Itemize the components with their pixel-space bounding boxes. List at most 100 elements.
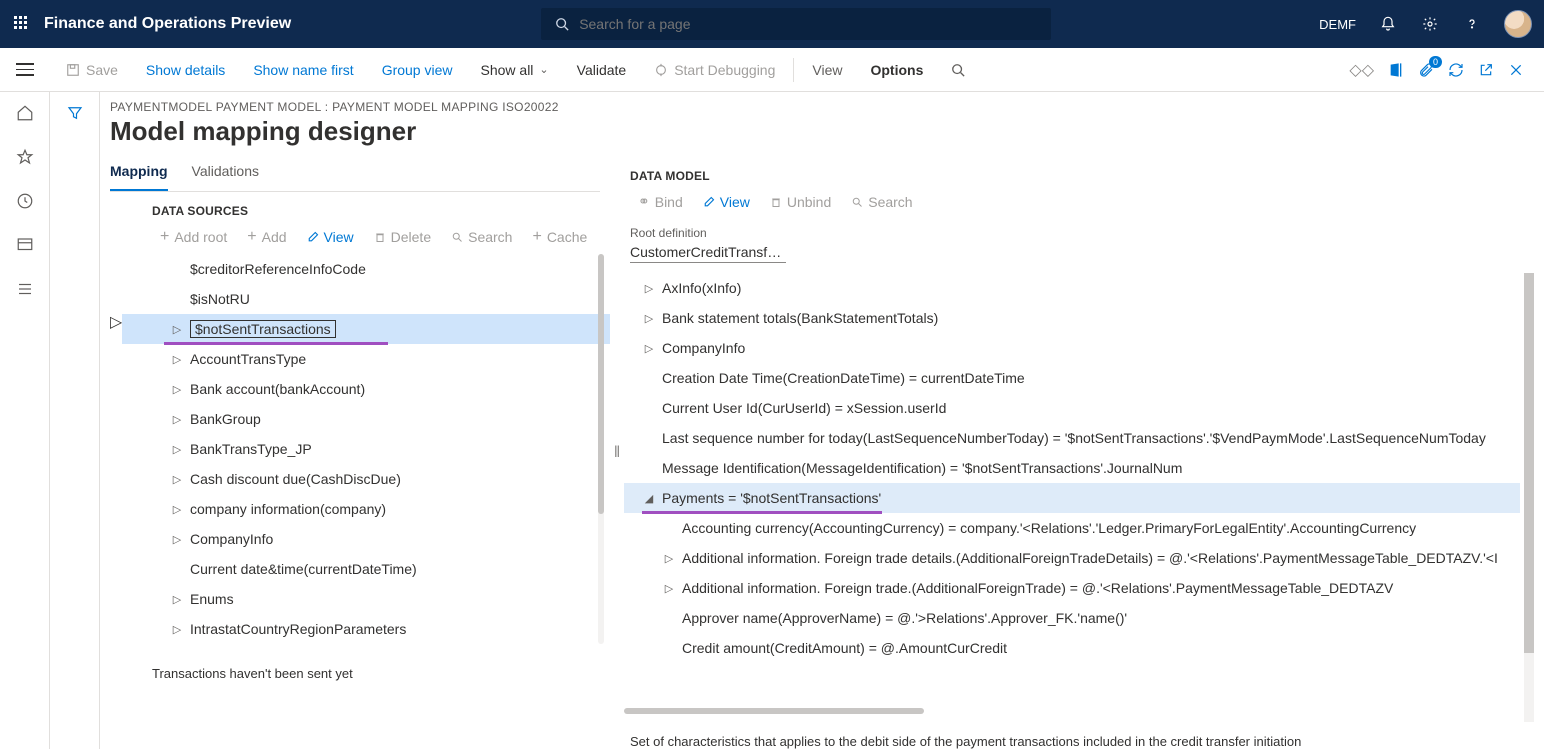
bell-icon[interactable]	[1378, 14, 1398, 34]
tree-node[interactable]: ▷$notSentTransactions	[122, 314, 610, 344]
tab-validations[interactable]: Validations	[192, 157, 259, 191]
tree-node[interactable]: ▷Message Identification(MessageIdentific…	[624, 453, 1520, 483]
close-icon[interactable]	[1508, 62, 1524, 78]
tree-node[interactable]: ▷Last sequence number for today(LastSequ…	[624, 423, 1520, 453]
view-button[interactable]: View	[798, 62, 856, 78]
expand-icon[interactable]: ▷	[170, 413, 184, 426]
ds-view-button[interactable]: View	[299, 227, 362, 247]
tree-node[interactable]: ▷Additional information. Foreign trade.(…	[624, 573, 1520, 603]
home-icon[interactable]	[16, 104, 34, 122]
tree-node[interactable]: ▷BankGroup	[122, 404, 610, 434]
expand-icon[interactable]: ▷	[642, 312, 656, 325]
tree-node-label: $isNotRU	[190, 291, 250, 307]
tree-node[interactable]: ▷Credit amount(CreditAmount) = @.AmountC…	[624, 633, 1520, 663]
expand-icon[interactable]: ▷	[170, 353, 184, 366]
cache-button: +Cache	[524, 226, 595, 248]
office-icon[interactable]	[1388, 62, 1404, 78]
app-launcher-icon[interactable]	[14, 16, 30, 32]
nav-toggle-icon[interactable]	[16, 63, 40, 76]
tab-mapping[interactable]: Mapping	[110, 157, 168, 191]
data-model-title: DATA MODEL	[624, 157, 1534, 191]
scrollbar-thumb[interactable]	[598, 254, 604, 514]
attachments-icon[interactable]	[1418, 62, 1434, 78]
show-details-button[interactable]: Show details	[132, 62, 239, 78]
star-icon[interactable]	[16, 148, 34, 166]
tree-node[interactable]: ▷Additional information. Foreign trade d…	[624, 543, 1520, 573]
show-all-dropdown[interactable]: Show all ⌄	[467, 62, 563, 78]
tree-node-label: Bank account(bankAccount)	[190, 381, 365, 397]
tree-node[interactable]: ▷ AccountTransType	[122, 344, 610, 374]
tree-node-label: AxInfo(xInfo)	[662, 280, 741, 296]
tree-node-label: Approver name(ApproverName) = @.'>Relati…	[682, 610, 1127, 626]
expand-icon[interactable]: ▷	[170, 323, 184, 336]
expand-icon[interactable]: ▷	[170, 503, 184, 516]
expand-icon[interactable]: ▷	[662, 552, 676, 565]
gear-icon[interactable]	[1420, 14, 1440, 34]
tree-node[interactable]: ◢Payments = '$notSentTransactions'	[624, 483, 1520, 513]
tree-node-label: Cash discount due(CashDiscDue)	[190, 471, 401, 487]
modules-icon[interactable]	[16, 280, 34, 298]
data-sources-toolbar: +Add root +Add View Delete Search +Cache	[122, 226, 610, 254]
tree-node[interactable]: ▷ Bank account(bankAccount)	[122, 374, 610, 404]
workspace-icon[interactable]	[16, 236, 34, 254]
add-root-button: +Add root	[152, 226, 235, 248]
root-definition-value[interactable]: CustomerCreditTransfe...	[630, 242, 786, 263]
avatar[interactable]	[1504, 10, 1532, 38]
environment-label[interactable]: DEMF	[1319, 17, 1356, 32]
global-search[interactable]	[541, 8, 1051, 40]
tree-node[interactable]: ▷ AxInfo(xInfo)	[624, 273, 1520, 303]
tree-node[interactable]: ▷company information(company)	[122, 494, 610, 524]
splitter-handle[interactable]: ‖	[610, 157, 624, 749]
tree-node[interactable]: ▷ Cash discount due(CashDiscDue)	[122, 464, 610, 494]
expand-icon[interactable]: ▷	[170, 623, 184, 636]
search-input[interactable]	[579, 16, 1037, 32]
expand-icon[interactable]: ▷	[170, 443, 184, 456]
global-header: Finance and Operations Preview DEMF	[0, 0, 1544, 48]
tree-node-label: Last sequence number for today(LastSeque…	[662, 430, 1486, 446]
expand-icon[interactable]: ▷	[170, 383, 184, 396]
clock-icon[interactable]	[16, 192, 34, 210]
filter-icon[interactable]	[66, 104, 84, 749]
expand-icon[interactable]: ▷	[662, 582, 676, 595]
validate-button[interactable]: Validate	[563, 62, 641, 78]
options-button[interactable]: Options	[856, 62, 937, 78]
link-icon[interactable]: ◇◇	[1349, 60, 1374, 80]
tree-node-label: AccountTransType	[190, 351, 306, 367]
tree-node[interactable]: ▷CompanyInfo	[122, 524, 610, 554]
tree-node[interactable]: ▷CompanyInfo	[624, 333, 1520, 363]
tree-node[interactable]: ▷Approver name(ApproverName) = @.'>Relat…	[624, 603, 1520, 633]
tree-node[interactable]: ▷Current date&time(currentDateTime)	[122, 554, 610, 584]
delete-button: Delete	[366, 227, 439, 247]
scrollbar-thumb-h[interactable]	[624, 708, 924, 714]
dm-view-button[interactable]: View	[695, 192, 758, 212]
tree-node[interactable]: ▷Current User Id(CurUserId) = xSession.u…	[624, 393, 1520, 423]
scrollbar-thumb-v[interactable]	[1524, 273, 1534, 653]
start-debugging-button: Start Debugging	[640, 62, 789, 78]
expand-icon[interactable]: ▷	[642, 342, 656, 355]
filter-column	[50, 92, 100, 749]
left-nav-rail	[0, 92, 50, 749]
tree-node[interactable]: ▷ BankTransType_JP	[122, 434, 610, 464]
tree-node[interactable]: ▷ IntrastatCountryRegionParameters	[122, 614, 610, 644]
popout-icon[interactable]	[1478, 62, 1494, 78]
tree-node[interactable]: ▷$creditorReferenceInfoCode	[122, 254, 610, 284]
tree-node[interactable]: ▷Creation Date Time(CreationDateTime) = …	[624, 363, 1520, 393]
tree-node[interactable]: ▷Bank statement totals(BankStatementTota…	[624, 303, 1520, 333]
expand-icon[interactable]: ▷	[642, 282, 656, 295]
refresh-icon[interactable]	[1448, 62, 1464, 78]
tree-node-label: Current User Id(CurUserId) = xSession.us…	[662, 400, 946, 416]
expand-icon[interactable]: ◢	[642, 492, 656, 505]
cmdbar-search-icon[interactable]	[937, 63, 979, 77]
tree-node[interactable]: ▷$isNotRU	[122, 284, 610, 314]
tree-node[interactable]: ▷Enums	[122, 584, 610, 614]
tree-node[interactable]: ▷Accounting currency(AccountingCurrency)…	[624, 513, 1520, 543]
collapse-handle-icon[interactable]: ▷	[110, 192, 122, 681]
expand-icon[interactable]: ▷	[170, 593, 184, 606]
expand-icon[interactable]: ▷	[170, 473, 184, 486]
group-view-button[interactable]: Group view	[368, 62, 467, 78]
tree-node-label: IntrastatCountryRegionParameters	[190, 621, 406, 637]
expand-icon[interactable]: ▷	[170, 533, 184, 546]
show-name-first-button[interactable]: Show name first	[239, 62, 367, 78]
help-icon[interactable]	[1462, 14, 1482, 34]
tree-node-label: BankTransType_JP	[190, 441, 312, 457]
